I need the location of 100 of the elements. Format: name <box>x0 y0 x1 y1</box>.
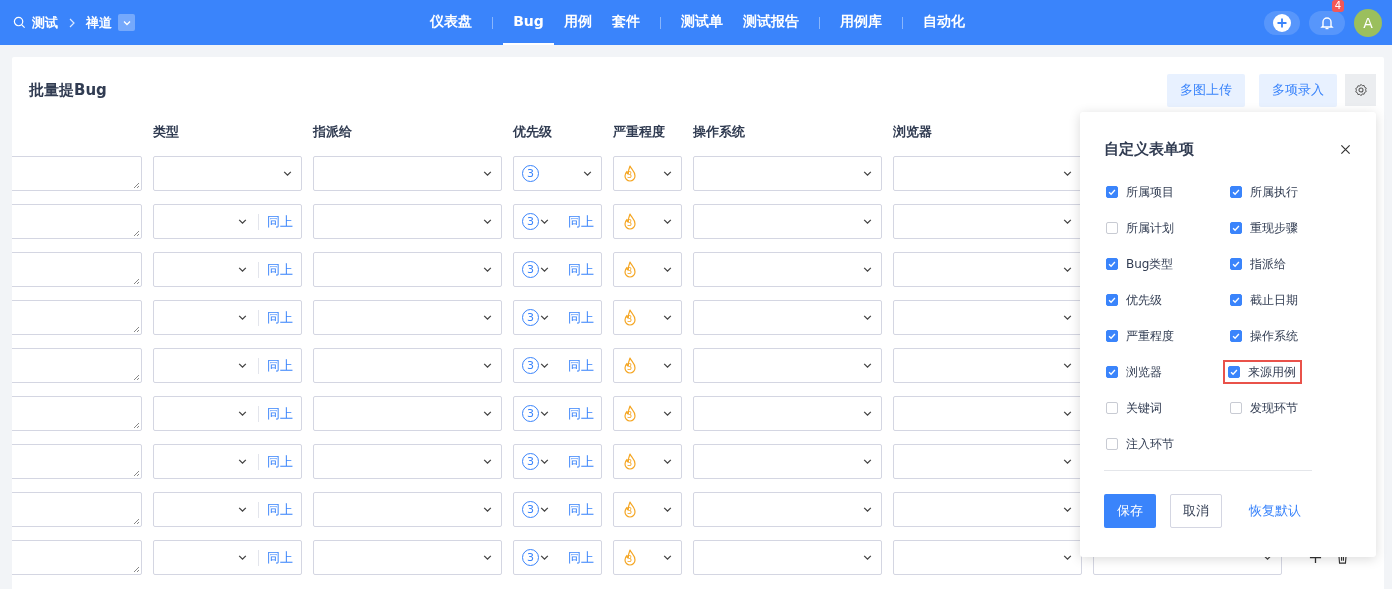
title-textarea[interactable] <box>12 156 142 191</box>
resize-handle-icon[interactable] <box>132 421 140 429</box>
browser-select[interactable] <box>893 300 1082 335</box>
checkbox[interactable] <box>1106 294 1118 306</box>
browser-select[interactable] <box>893 444 1082 479</box>
os-select[interactable] <box>693 204 882 239</box>
field-checkbox-option[interactable]: 发现环节 <box>1228 396 1300 420</box>
priority-select[interactable]: 3 同上 <box>513 252 602 287</box>
field-checkbox-option[interactable]: 优先级 <box>1104 288 1164 312</box>
search-icon[interactable] <box>13 16 26 29</box>
type-select[interactable]: 同上 <box>153 444 302 479</box>
same-as-above-link[interactable]: 同上 <box>267 260 293 279</box>
priority-select[interactable]: 3 同上 <box>513 444 602 479</box>
checkbox[interactable] <box>1106 330 1118 342</box>
restore-default-link[interactable]: 恢复默认 <box>1249 502 1301 520</box>
field-checkbox-option[interactable]: 所属项目 <box>1104 180 1176 204</box>
same-as-above-link[interactable]: 同上 <box>267 308 293 327</box>
same-as-above-link[interactable]: 同上 <box>568 308 594 327</box>
same-as-above-link[interactable]: 同上 <box>267 212 293 231</box>
assignee-select[interactable] <box>313 156 502 191</box>
resize-handle-icon[interactable] <box>132 181 140 189</box>
field-checkbox-option[interactable]: 操作系统 <box>1228 324 1300 348</box>
checkbox[interactable] <box>1230 258 1242 270</box>
resize-handle-icon[interactable] <box>132 469 140 477</box>
cancel-button[interactable]: 取消 <box>1170 494 1222 528</box>
type-select[interactable]: 同上 <box>153 396 302 431</box>
checkbox[interactable] <box>1230 402 1242 414</box>
field-checkbox-option[interactable]: 截止日期 <box>1228 288 1300 312</box>
os-select[interactable] <box>693 348 882 383</box>
type-select[interactable]: 同上 <box>153 300 302 335</box>
type-select[interactable]: 同上 <box>153 252 302 287</box>
type-select[interactable]: 同上 <box>153 540 302 575</box>
os-select[interactable] <box>693 540 882 575</box>
os-select[interactable] <box>693 444 882 479</box>
field-checkbox-option[interactable]: 来源用例 <box>1223 360 1302 384</box>
same-as-above-link[interactable]: 同上 <box>267 404 293 423</box>
same-as-above-link[interactable]: 同上 <box>568 212 594 231</box>
resize-handle-icon[interactable] <box>132 565 140 573</box>
field-checkbox-option[interactable]: 注入环节 <box>1104 432 1176 456</box>
assignee-select[interactable] <box>313 492 502 527</box>
same-as-above-link[interactable]: 同上 <box>267 356 293 375</box>
field-checkbox-option[interactable]: 重现步骤 <box>1228 216 1300 240</box>
resize-handle-icon[interactable] <box>132 517 140 525</box>
priority-select[interactable]: 3 同上 <box>513 396 602 431</box>
field-checkbox-option[interactable]: 指派给 <box>1228 252 1288 276</box>
field-checkbox-option[interactable]: 关键词 <box>1104 396 1164 420</box>
priority-select[interactable]: 3 <box>513 156 602 191</box>
type-select[interactable] <box>153 156 302 191</box>
checkbox[interactable] <box>1230 330 1242 342</box>
field-checkbox-option[interactable]: 所属计划 <box>1104 216 1176 240</box>
checkbox[interactable] <box>1230 294 1242 306</box>
assignee-select[interactable] <box>313 348 502 383</box>
toolbar-button[interactable]: 多图上传 <box>1167 73 1245 107</box>
priority-select[interactable]: 3 同上 <box>513 540 602 575</box>
toolbar-button[interactable]: 多项录入 <box>1259 73 1337 107</box>
nav-tab[interactable]: 测试报告 <box>732 0 809 45</box>
priority-select[interactable]: 3 同上 <box>513 348 602 383</box>
browser-select[interactable] <box>893 348 1082 383</box>
assignee-select[interactable] <box>313 444 502 479</box>
browser-select[interactable] <box>893 252 1082 287</box>
assignee-select[interactable] <box>313 252 502 287</box>
add-button[interactable] <box>1264 10 1300 35</box>
type-select[interactable]: 同上 <box>153 492 302 527</box>
browser-select[interactable] <box>893 492 1082 527</box>
checkbox[interactable] <box>1228 366 1240 378</box>
title-textarea[interactable] <box>12 300 142 335</box>
same-as-above-link[interactable]: 同上 <box>568 548 594 567</box>
field-checkbox-option[interactable]: Bug类型 <box>1104 252 1176 276</box>
project-dropdown-button[interactable] <box>118 14 135 31</box>
checkbox[interactable] <box>1106 222 1118 234</box>
same-as-above-link[interactable]: 同上 <box>568 452 594 471</box>
user-avatar[interactable]: A <box>1354 8 1382 37</box>
resize-handle-icon[interactable] <box>132 229 140 237</box>
field-checkbox-option[interactable]: 严重程度 <box>1104 324 1176 348</box>
nav-tab[interactable]: Bug <box>503 0 554 45</box>
same-as-above-link[interactable]: 同上 <box>267 548 293 567</box>
product-breadcrumb[interactable]: 测试 <box>32 13 58 32</box>
browser-select[interactable] <box>893 204 1082 239</box>
close-icon[interactable] <box>1340 143 1351 155</box>
checkbox[interactable] <box>1230 186 1242 198</box>
title-textarea[interactable] <box>12 396 142 431</box>
checkbox[interactable] <box>1106 366 1118 378</box>
resize-handle-icon[interactable] <box>132 373 140 381</box>
assignee-select[interactable] <box>313 204 502 239</box>
same-as-above-link[interactable]: 同上 <box>568 404 594 423</box>
nav-tab[interactable]: 自动化 <box>912 0 975 45</box>
same-as-above-link[interactable]: 同上 <box>568 356 594 375</box>
project-breadcrumb[interactable]: 禅道 <box>86 13 112 32</box>
browser-select[interactable] <box>893 540 1082 575</box>
same-as-above-link[interactable]: 同上 <box>267 500 293 519</box>
nav-tab[interactable]: 套件 <box>601 0 650 45</box>
title-textarea[interactable] <box>12 492 142 527</box>
nav-tab[interactable]: 测试单 <box>670 0 733 45</box>
resize-handle-icon[interactable] <box>132 277 140 285</box>
priority-select[interactable]: 3 同上 <box>513 492 602 527</box>
same-as-above-link[interactable]: 同上 <box>568 500 594 519</box>
os-select[interactable] <box>693 300 882 335</box>
assignee-select[interactable] <box>313 300 502 335</box>
os-select[interactable] <box>693 252 882 287</box>
settings-button[interactable] <box>1345 74 1376 106</box>
